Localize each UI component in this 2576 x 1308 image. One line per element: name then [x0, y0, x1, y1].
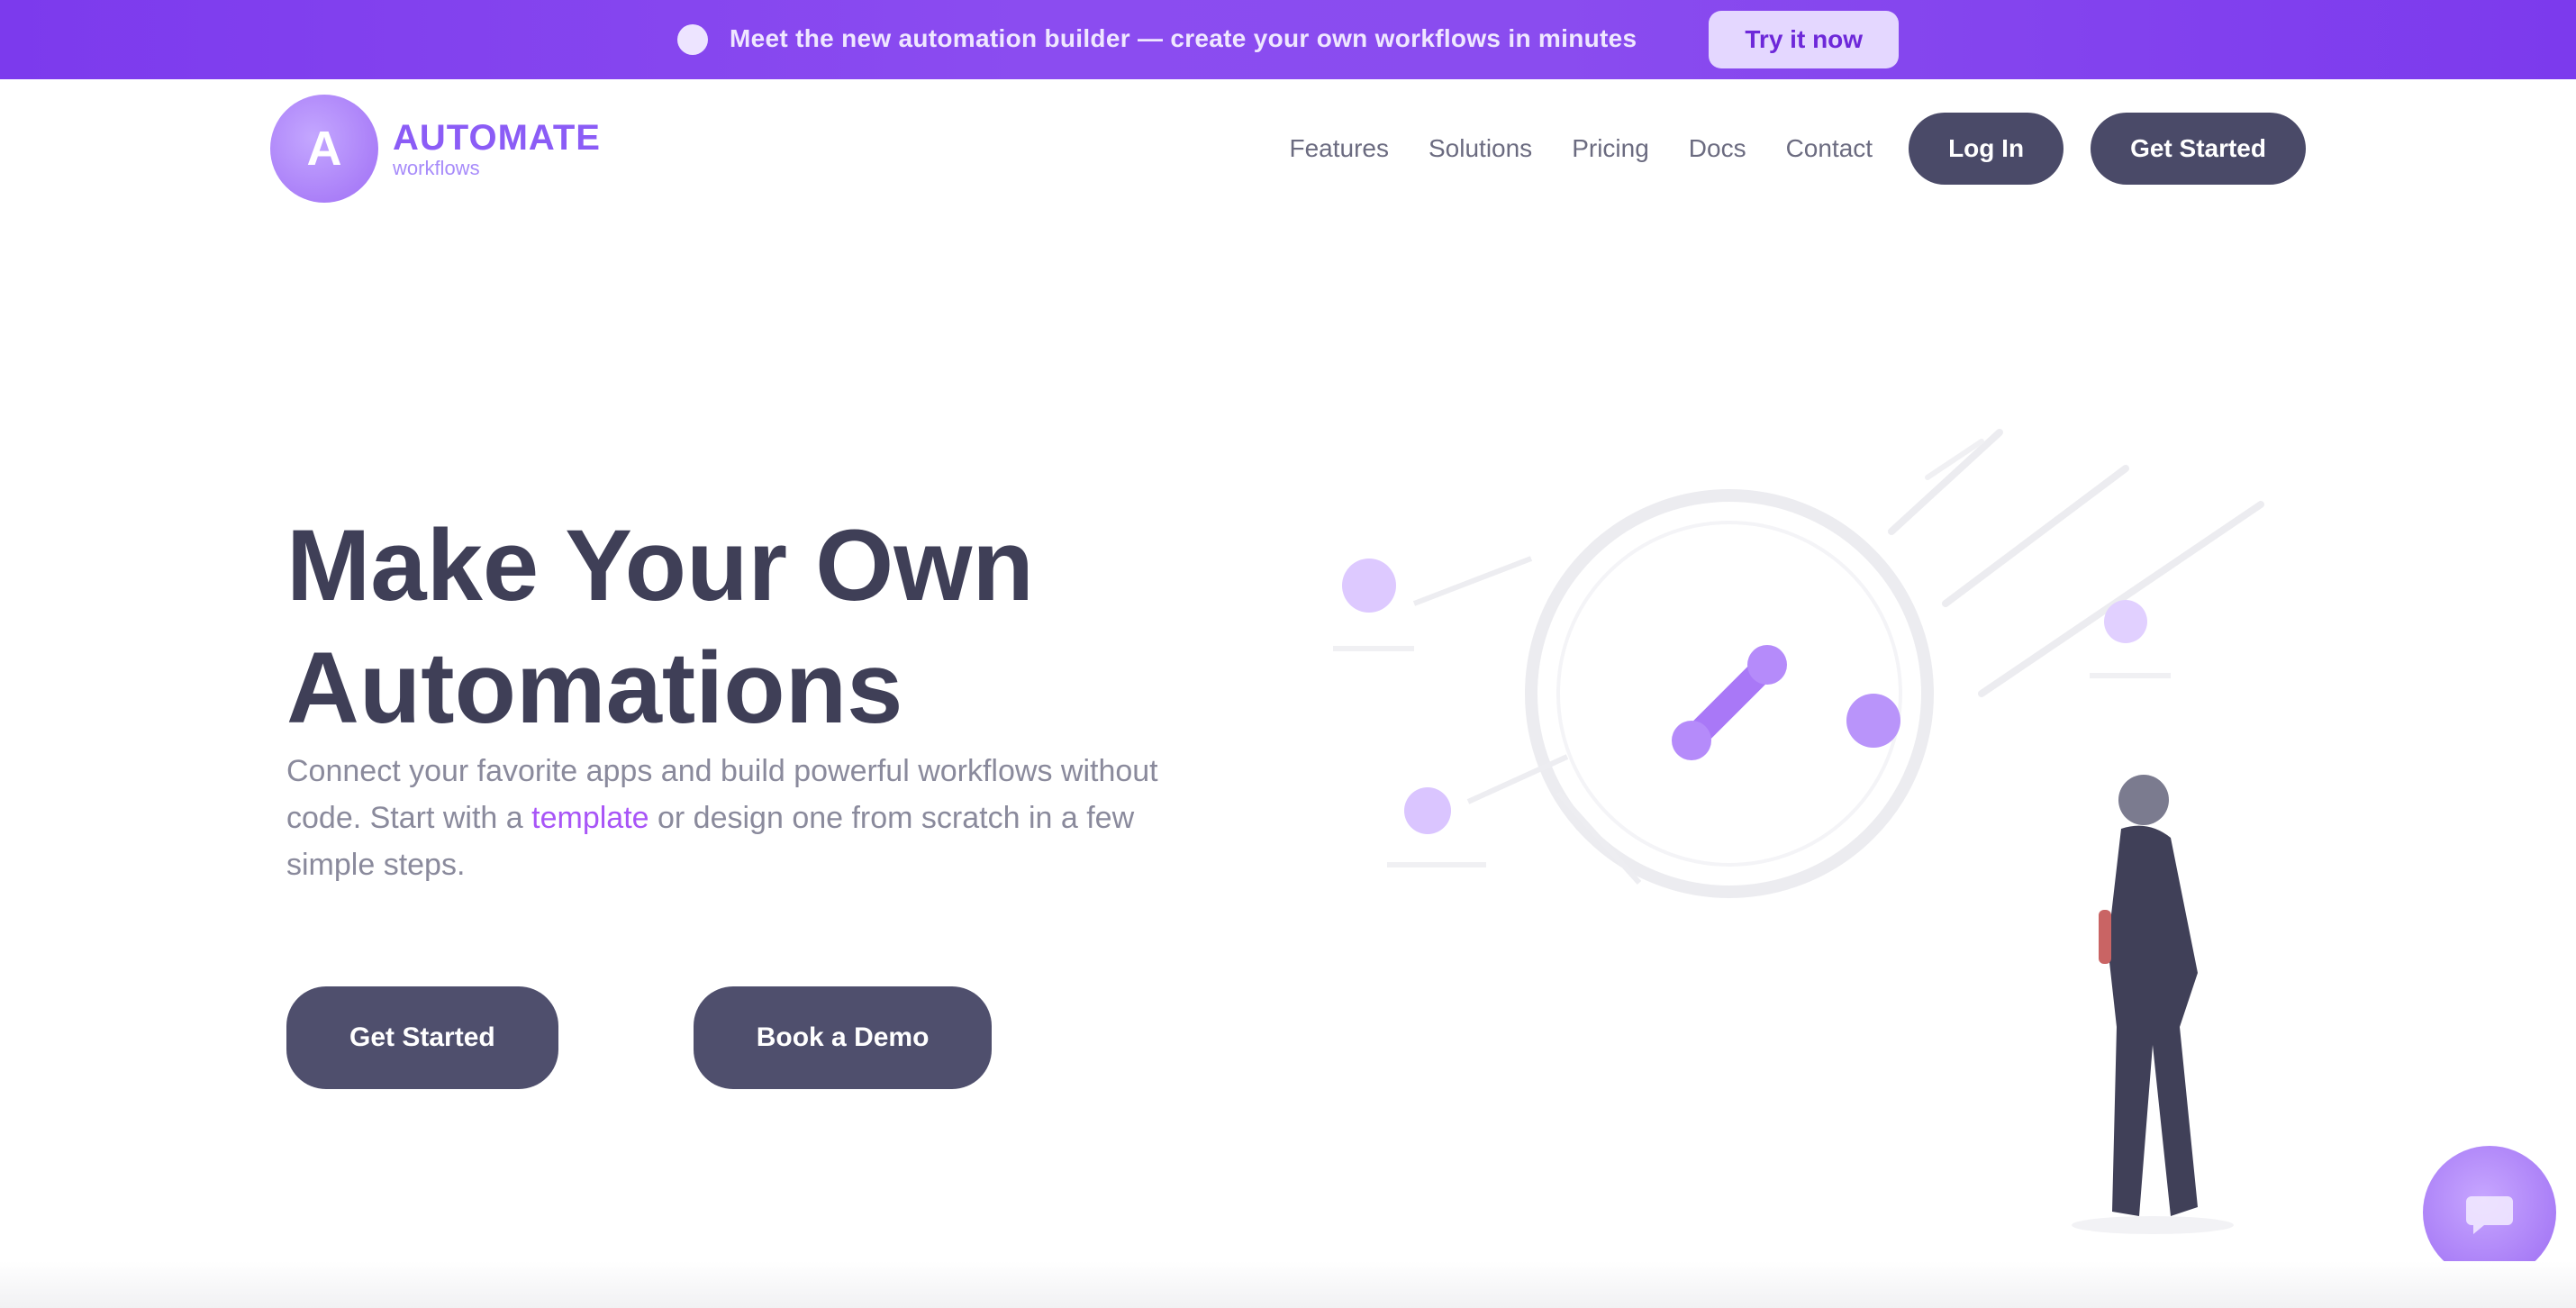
nav-buttons: Log In Get Started — [1909, 113, 2306, 185]
signup-button[interactable]: Get Started — [2091, 113, 2306, 185]
nav-link-docs[interactable]: Docs — [1689, 134, 1746, 163]
nav-link-solutions[interactable]: Solutions — [1429, 134, 1532, 163]
logo-mark-icon: A — [270, 95, 378, 203]
announcement-label: Meet the new automation builder — create… — [730, 23, 1637, 52]
nav-link-features[interactable]: Features — [1290, 134, 1390, 163]
chat-bubble-icon — [2466, 1196, 2513, 1234]
hero-buttons: Get Started Book a Demo — [286, 986, 993, 1089]
nav-links: Features Solutions Pricing Docs Contact — [1290, 134, 1873, 163]
logo-name: AUTOMATE — [393, 117, 601, 158]
hero-title-line2: Automations — [286, 631, 903, 744]
node-left-bottom — [1387, 754, 1642, 886]
spark-icon — [676, 24, 708, 56]
chat-widget-button[interactable] — [2423, 1146, 2556, 1279]
logo[interactable]: A AUTOMATE workflows — [270, 95, 601, 203]
logo-wordmark: AUTOMATE workflows — [393, 118, 601, 179]
motion-line — [1978, 501, 2264, 697]
link-icon — [1672, 645, 1787, 760]
hero-title-line1: Make Your Own — [286, 509, 1034, 622]
motion-line — [1942, 465, 2129, 607]
logo-tagline: workflows — [393, 156, 480, 179]
nav-link-contact[interactable]: Contact — [1786, 134, 1873, 163]
announcement-bar: Meet the new automation builder — create… — [0, 0, 2576, 79]
nav-link-pricing[interactable]: Pricing — [1572, 134, 1649, 163]
announcement-text: Meet the new automation builder — create… — [676, 23, 1637, 56]
page-bottom-edge — [0, 1261, 2576, 1308]
navbar: A AUTOMATE workflows Features Solutions … — [270, 90, 2306, 207]
node-dot — [1846, 694, 1900, 748]
hero-primary-button[interactable]: Get Started — [286, 986, 558, 1089]
hero-subtitle-link[interactable]: template — [531, 801, 649, 835]
hero-secondary-button[interactable]: Book a Demo — [693, 986, 993, 1089]
hero-title: Make Your Own Automations — [286, 504, 1097, 749]
node-left-top — [1333, 556, 1533, 651]
motion-line — [1888, 429, 2003, 535]
announcement-cta-button[interactable]: Try it now — [1709, 11, 1900, 68]
person-illustration — [2072, 775, 2234, 1234]
login-button[interactable]: Log In — [1909, 113, 2064, 185]
hero-subtitle: Connect your favorite apps and build pow… — [286, 748, 1169, 888]
hero-illustration — [1333, 429, 2264, 1234]
